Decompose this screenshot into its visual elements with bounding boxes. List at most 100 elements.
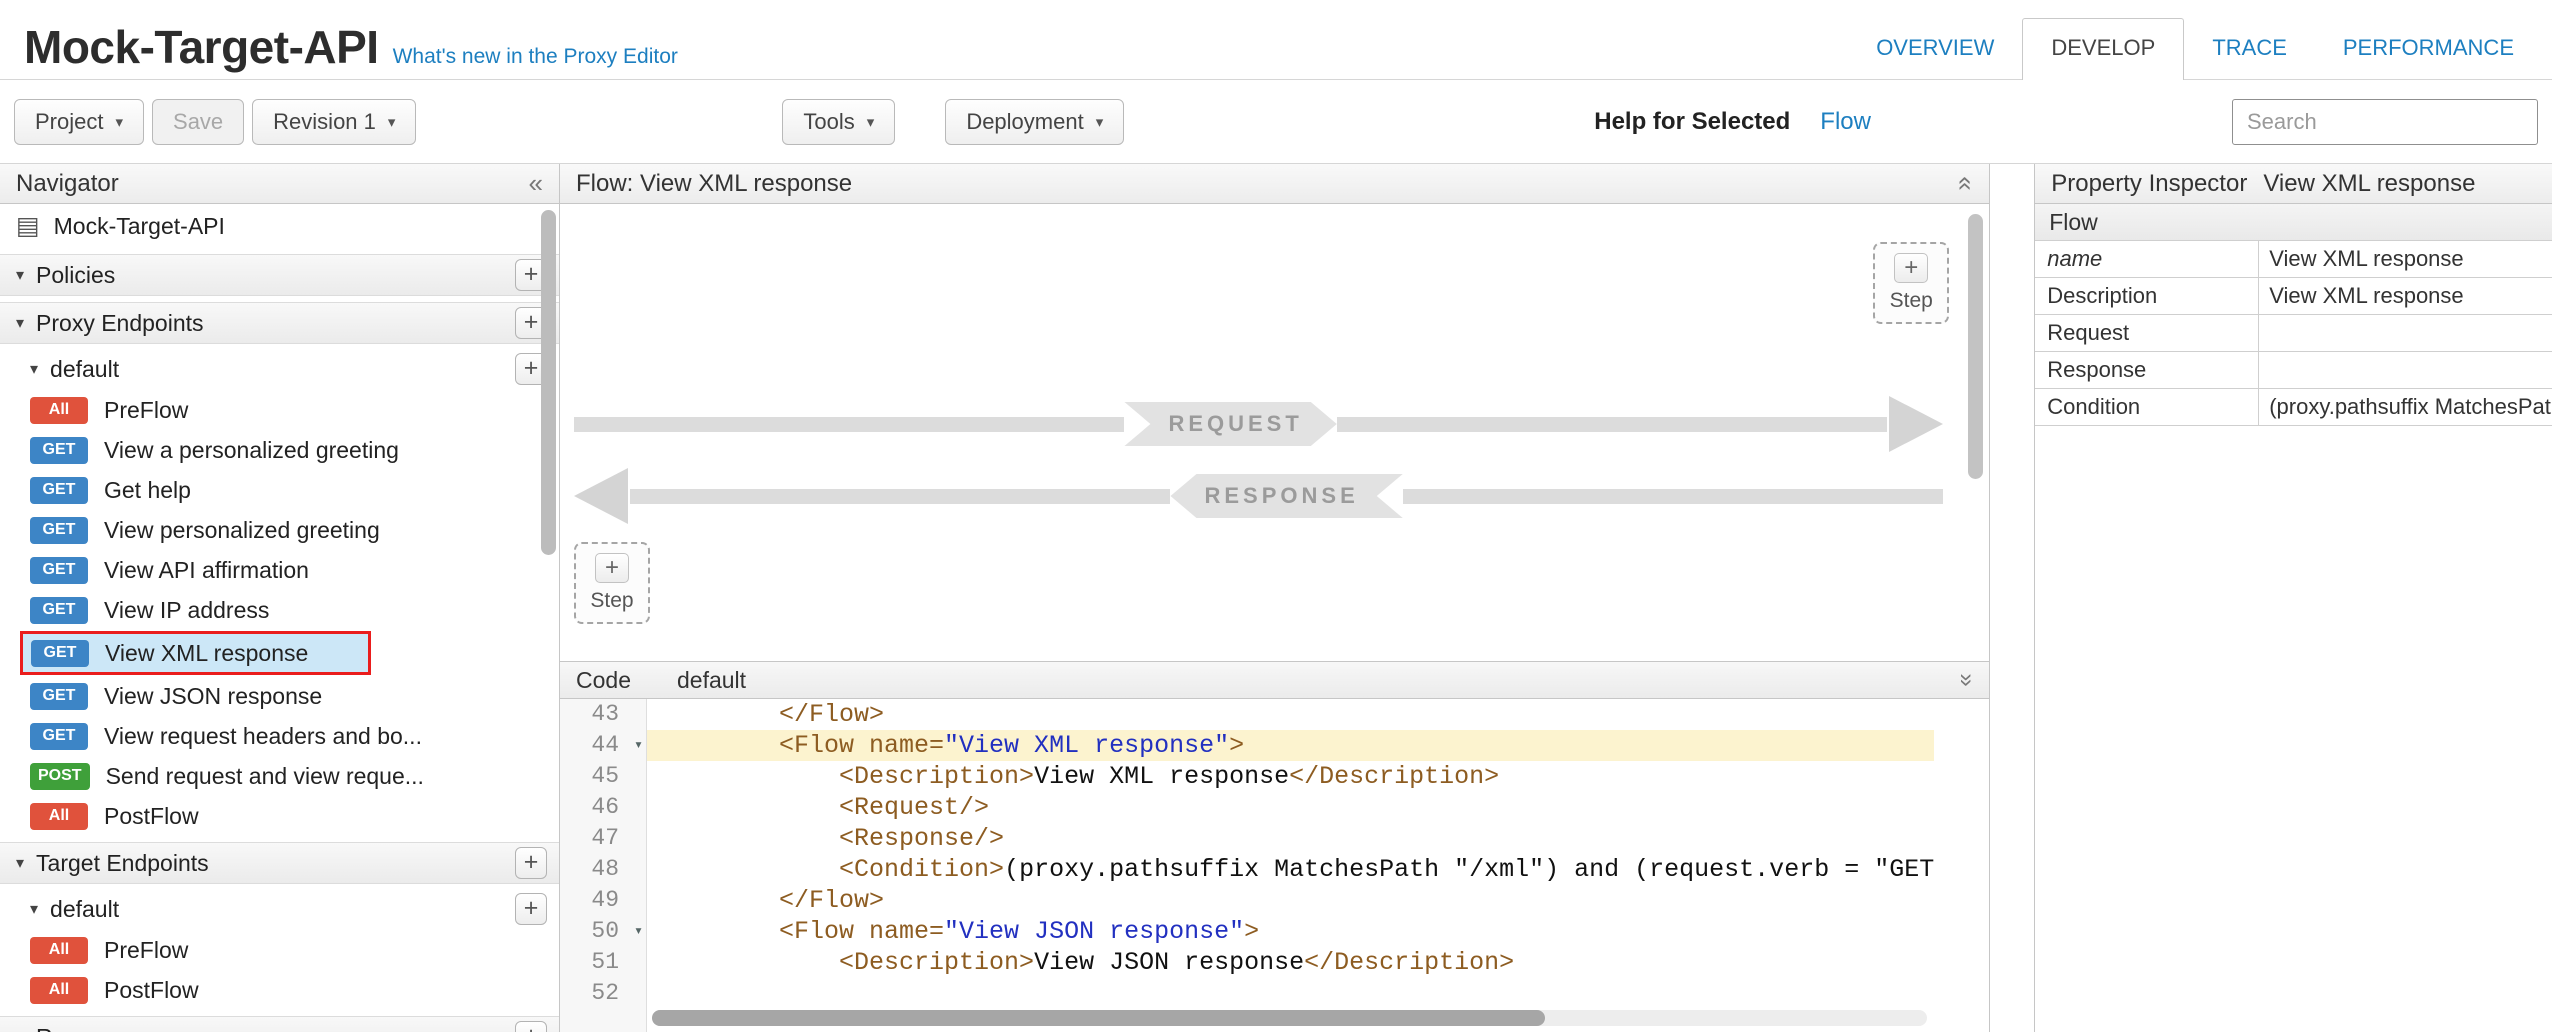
property-label: Description — [2035, 278, 2259, 314]
code-line-text: </Flow> — [647, 699, 1934, 730]
nav-item-preflow[interactable]: AllPreFlow — [0, 930, 559, 970]
save-button[interactable]: Save — [152, 99, 244, 145]
request-bar — [1337, 417, 1887, 432]
code-line-text — [647, 978, 1934, 1009]
nav-item-view-request-headers-and-bo[interactable]: GET View request headers and bo... — [0, 716, 559, 756]
code-horizontal-scrollbar[interactable] — [652, 1010, 1927, 1026]
deployment-button-label: Deployment — [966, 109, 1083, 135]
header-tabs: OVERVIEWDEVELOPTRACEPERFORMANCE — [1848, 0, 2542, 79]
deployment-button[interactable]: Deployment ▾ — [945, 99, 1124, 145]
caret-down-icon[interactable]: ▾ — [16, 265, 24, 285]
collapse-navigator-icon[interactable]: « — [529, 168, 543, 199]
property-value[interactable]: (proxy.pathsuffix MatchesPath "/xml") an… — [2259, 389, 2552, 425]
project-button[interactable]: Project ▾ — [14, 99, 144, 145]
code-segment-tag: > — [1229, 731, 1244, 760]
nav-root-mock-target-api[interactable]: ▤Mock-Target-API — [0, 204, 559, 248]
property-value[interactable]: View XML response — [2259, 241, 2552, 277]
navigator-panel: Navigator « ▤Mock-Target-API▾Policies+▾P… — [0, 164, 560, 1032]
property-inspector-subtitle: View XML response — [2263, 170, 2475, 198]
nav-item-label: View JSON response — [104, 683, 322, 710]
code-line-43[interactable]: 43 </Flow> — [560, 699, 1989, 730]
navigator-scrollbar[interactable] — [541, 210, 556, 555]
code-segment-tag: <Response/> — [659, 824, 1004, 853]
nav-item-postflow[interactable]: AllPostFlow — [0, 970, 559, 1010]
nav-item-preflow[interactable]: AllPreFlow — [0, 390, 559, 430]
add-step-button-top[interactable]: + Step — [1873, 242, 1949, 324]
tab-develop[interactable]: DEVELOP — [2022, 18, 2184, 80]
verb-badge: GET — [30, 723, 88, 750]
nav-item-view-a-personalized-greeting[interactable]: GETView a personalized greeting — [0, 430, 559, 470]
code-segment-tag: <Condition> — [659, 855, 1004, 884]
nav-item-view-json-response[interactable]: GETView JSON response — [0, 676, 559, 716]
caret-down-icon[interactable]: ▾ — [16, 1027, 24, 1032]
nav-item-view-xml-response[interactable]: GETView XML response — [0, 630, 559, 676]
nav-section-default[interactable]: ▾default+ — [0, 888, 559, 930]
nav-item-view-api-affirmation[interactable]: GETView API affirmation — [0, 550, 559, 590]
caret-down-icon[interactable]: ▾ — [30, 359, 38, 379]
code-tab-default[interactable]: default — [677, 667, 746, 694]
add-resources-button[interactable]: + — [515, 1021, 547, 1032]
help-flow-link[interactable]: Flow — [1820, 108, 1871, 136]
flow-scrollbar[interactable] — [1968, 214, 1983, 479]
title-area: Mock-Target-API What's new in the Proxy … — [24, 0, 678, 79]
caret-down-icon[interactable]: ▾ — [16, 853, 24, 873]
verb-badge: GET — [30, 437, 88, 464]
nav-item-view-personalized-greeting[interactable]: GETView personalized greeting — [0, 510, 559, 550]
chevron-down-icon: ▾ — [388, 113, 396, 131]
code-line-47[interactable]: 47 <Response/> — [560, 823, 1989, 854]
code-segment-tag: <Description> — [659, 762, 1034, 791]
caret-down-icon[interactable]: ▾ — [30, 899, 38, 919]
property-label: Condition — [2035, 389, 2259, 425]
nav-item-get-help[interactable]: GETGet help — [0, 470, 559, 510]
code-line-52[interactable]: 52 — [560, 978, 1989, 1009]
property-label: name — [2035, 241, 2259, 277]
tools-button[interactable]: Tools ▾ — [782, 99, 895, 145]
code-line-49[interactable]: 49 </Flow> — [560, 885, 1989, 916]
app-header: Mock-Target-API What's new in the Proxy … — [0, 0, 2552, 80]
tab-trace[interactable]: TRACE — [2184, 19, 2315, 79]
nav-item-label: View XML response — [105, 640, 308, 667]
fold-caret-icon[interactable]: ▾ — [634, 916, 643, 947]
code-line-46[interactable]: 46 <Request/> — [560, 792, 1989, 823]
code-line-44[interactable]: 44▾ <Flow name="View XML response"> — [560, 730, 1989, 761]
nav-section-default[interactable]: ▾default+ — [0, 348, 559, 390]
collapse-down-icon[interactable]: » — [1953, 673, 1981, 686]
code-editor[interactable]: 43 </Flow>44▾ <Flow name="View XML respo… — [560, 699, 1989, 1032]
property-value[interactable]: View XML response — [2259, 278, 2552, 314]
request-bar — [574, 417, 1124, 432]
nav-item-postflow[interactable]: AllPostFlow — [0, 796, 559, 836]
whats-new-link[interactable]: What's new in the Proxy Editor — [393, 45, 678, 69]
add-step-button-bottom[interactable]: + Step — [574, 542, 650, 624]
nav-section-proxy-endpoints[interactable]: ▾Proxy Endpoints+ — [0, 302, 559, 344]
nav-item-label: View request headers and bo... — [104, 723, 422, 750]
property-value[interactable] — [2259, 352, 2552, 388]
code-line-48[interactable]: 48 <Condition>(proxy.pathsuffix MatchesP… — [560, 854, 1989, 885]
chevron-down-icon: ▾ — [867, 113, 875, 131]
code-line-45[interactable]: 45 <Description>View XML response</Descr… — [560, 761, 1989, 792]
nav-item-send-request-and-view-reque[interactable]: POSTSend request and view reque... — [0, 756, 559, 796]
tab-overview[interactable]: OVERVIEW — [1848, 19, 2022, 79]
search-input[interactable] — [2232, 99, 2538, 145]
nav-section-label: Resources — [36, 1024, 146, 1033]
collapse-up-icon[interactable]: « — [1950, 176, 1981, 190]
property-value[interactable] — [2259, 315, 2552, 351]
code-line-51[interactable]: 51 <Description>View JSON response</Desc… — [560, 947, 1989, 978]
nav-section-policies[interactable]: ▾Policies+ — [0, 254, 559, 296]
fold-caret-icon[interactable]: ▾ — [634, 730, 643, 761]
nav-section-target-endpoints[interactable]: ▾Target Endpoints+ — [0, 842, 559, 884]
plus-icon: + — [595, 553, 629, 583]
code-line-50[interactable]: 50▾ <Flow name="View JSON response"> — [560, 916, 1989, 947]
revision-button[interactable]: Revision 1 ▾ — [252, 99, 416, 145]
nav-item-label: View API affirmation — [104, 557, 309, 584]
tab-performance[interactable]: PERFORMANCE — [2315, 19, 2542, 79]
code-horizontal-scrollbar-thumb[interactable] — [652, 1010, 1545, 1026]
add-step-label: Step — [590, 589, 633, 613]
code-segment-plain: (proxy.pathsuffix MatchesPath "/xml") an… — [1004, 855, 1934, 884]
caret-down-icon[interactable]: ▾ — [16, 313, 24, 333]
nav-section-resources[interactable]: ▾ Resources + — [0, 1016, 559, 1032]
code-segment-tag: <Flow name= — [659, 917, 944, 946]
add-default-button[interactable]: + — [515, 893, 547, 925]
nav-item-view-ip-address[interactable]: GETView IP address — [0, 590, 559, 630]
code-line-text: <Description>View XML response</Descript… — [647, 761, 1934, 792]
add-target-endpoints-button[interactable]: + — [515, 847, 547, 879]
